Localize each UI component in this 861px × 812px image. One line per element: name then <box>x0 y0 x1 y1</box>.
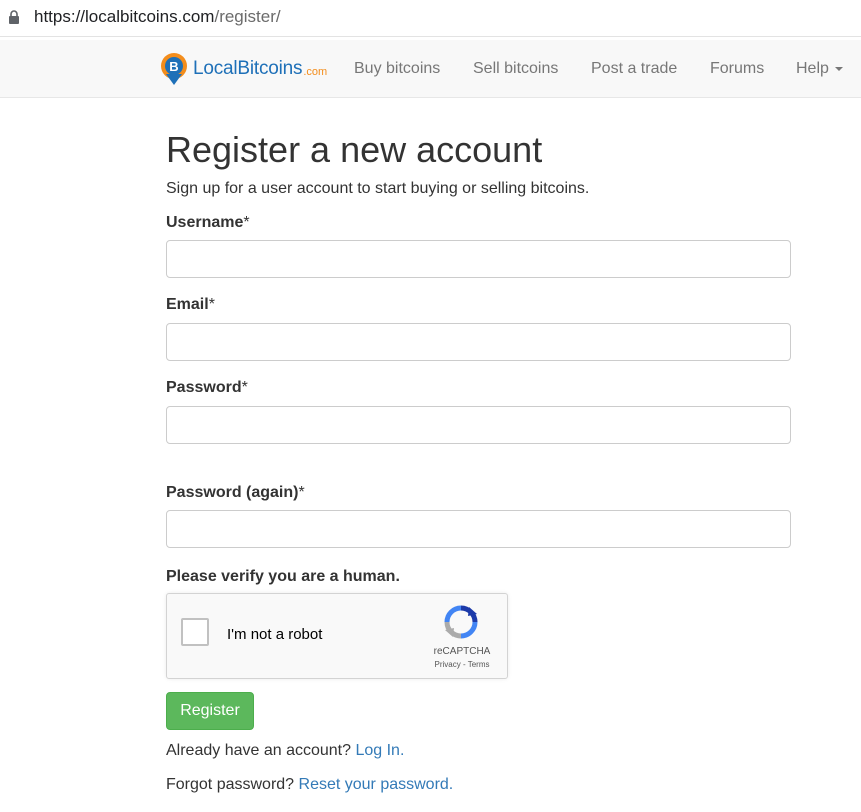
nav-help-dropdown[interactable]: Help <box>796 60 843 78</box>
browser-url-bar[interactable]: https://localbitcoins.com/register/ <box>0 0 861 37</box>
password-input[interactable] <box>166 406 791 444</box>
site-navbar: B LocalBitcoins .com Buy bitcoins Sell b… <box>0 40 861 98</box>
verify-human-label: Please verify you are a human. <box>166 568 400 585</box>
recaptcha-checkbox[interactable] <box>181 618 209 646</box>
page-title: Register a new account <box>166 129 543 170</box>
password-again-label: Password (again)* <box>166 484 305 502</box>
recaptcha-privacy-terms[interactable]: Privacy - Terms <box>431 660 493 669</box>
login-prompt-text: Already have an account? <box>166 742 352 759</box>
recaptcha-checkbox-label: I'm not a robot <box>227 626 323 643</box>
password-again-input[interactable] <box>166 510 791 548</box>
forgot-password-prompt: Forgot password? Reset your password. <box>166 776 453 794</box>
email-label: Email* <box>166 296 215 314</box>
page-subtitle: Sign up for a user account to start buyi… <box>166 180 590 197</box>
nav-sell-bitcoins[interactable]: Sell bitcoins <box>473 60 558 78</box>
required-mark: * <box>298 484 305 501</box>
register-button[interactable]: Register <box>166 692 254 730</box>
caret-down-icon <box>834 66 843 71</box>
password-label-text: Password <box>166 379 242 396</box>
recaptcha-brand: reCAPTCHA <box>433 646 491 657</box>
brand-suffix: .com <box>303 66 328 78</box>
brand-name: LocalBitcoins <box>193 58 303 79</box>
recaptcha-widget: I'm not a robot reCAPTCHA Privacy - Term… <box>166 593 508 679</box>
lock-icon <box>9 10 19 24</box>
login-link[interactable]: Log In. <box>355 742 404 759</box>
required-mark: * <box>208 296 215 313</box>
url-host: https://localbitcoins.com <box>34 7 215 26</box>
nav-post-trade[interactable]: Post a trade <box>591 60 677 78</box>
recaptcha-logo-icon <box>444 605 478 639</box>
svg-text:B: B <box>169 59 178 74</box>
username-label-text: Username <box>166 214 244 231</box>
url-text[interactable]: https://localbitcoins.com/register/ <box>34 7 281 27</box>
nav-forums[interactable]: Forums <box>710 60 764 78</box>
bitcoin-pin-icon: B <box>161 53 187 85</box>
nav-help-label: Help <box>796 60 829 77</box>
password-label: Password* <box>166 379 248 397</box>
reset-password-link[interactable]: Reset your password. <box>299 776 454 793</box>
username-input[interactable] <box>166 240 791 278</box>
required-mark: * <box>241 379 248 396</box>
required-mark: * <box>243 214 250 231</box>
email-label-text: Email <box>166 296 209 313</box>
password-again-label-text: Password (again) <box>166 484 299 501</box>
brand-logo[interactable]: B LocalBitcoins .com <box>159 53 327 85</box>
email-input[interactable] <box>166 323 791 361</box>
forgot-prompt-text: Forgot password? <box>166 776 295 793</box>
nav-buy-bitcoins[interactable]: Buy bitcoins <box>354 60 440 78</box>
username-label: Username* <box>166 214 250 232</box>
url-path: /register/ <box>214 7 281 26</box>
login-prompt: Already have an account? Log In. <box>166 742 404 760</box>
